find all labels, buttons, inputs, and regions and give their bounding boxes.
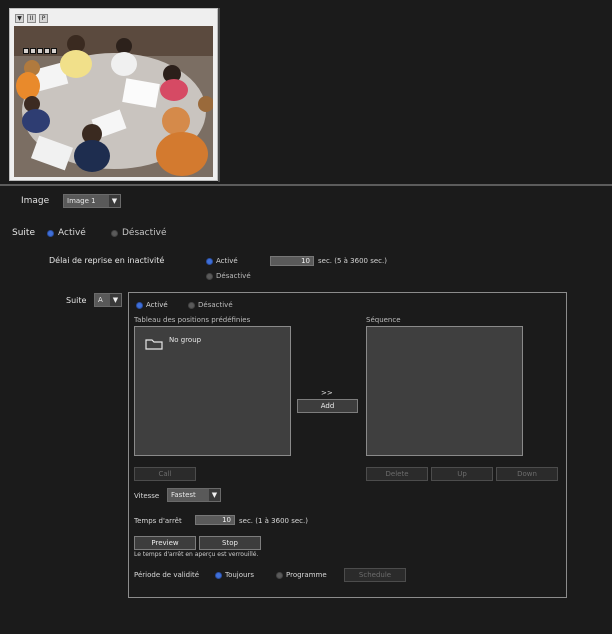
- suite-select-label: Suite: [66, 296, 87, 305]
- suite-off-radio[interactable]: [111, 230, 118, 237]
- chevron-down-icon: ▼: [209, 489, 220, 501]
- menu-icon[interactable]: ▼: [15, 14, 24, 23]
- inactivity-off-radio[interactable]: [206, 273, 213, 280]
- delete-button[interactable]: Delete: [366, 467, 428, 481]
- schedule-radio[interactable]: [276, 572, 283, 579]
- speed-select[interactable]: Fastest ▼: [167, 488, 221, 502]
- inactivity-off-label: Désactivé: [216, 272, 251, 280]
- inactivity-on-radio[interactable]: [206, 258, 213, 265]
- presets-header: Tableau des positions prédéfinies: [134, 316, 251, 324]
- stop-button[interactable]: Stop: [199, 536, 261, 550]
- overlay-box-icon: [51, 48, 57, 54]
- camera-image: [14, 26, 213, 177]
- preset-icon[interactable]: P: [39, 14, 48, 23]
- sequence-header: Séquence: [366, 316, 401, 324]
- always-radio[interactable]: [215, 572, 222, 579]
- image-select[interactable]: Image 1 ▼: [63, 194, 121, 208]
- overlay-box-icon: [44, 48, 50, 54]
- suite-panel-on-radio[interactable]: [136, 302, 143, 309]
- suite-on-radio[interactable]: [47, 230, 54, 237]
- suite-select[interactable]: A ▼: [94, 293, 122, 307]
- always-label: Toujours: [225, 571, 254, 579]
- folder-item-label[interactable]: No group: [169, 336, 201, 344]
- preview-button[interactable]: Preview: [134, 536, 196, 550]
- suite-on-label: Activé: [58, 228, 86, 238]
- presets-list[interactable]: No group: [134, 326, 291, 456]
- speed-label: Vitesse: [134, 492, 160, 500]
- image-select-value: Image 1: [67, 197, 96, 205]
- suite-off-label: Désactivé: [122, 228, 167, 238]
- stop-time-input[interactable]: 10: [195, 515, 235, 525]
- overlay-box-icon: [30, 48, 36, 54]
- inactivity-label: Délai de reprise en inactivité: [49, 256, 165, 265]
- inactivity-unit-text: sec. (5 à 3600 sec.): [318, 257, 387, 265]
- add-arrows-text: >>: [321, 389, 333, 397]
- overlay-box-icon: [37, 48, 43, 54]
- speed-select-value: Fastest: [171, 491, 196, 499]
- inactivity-on-label: Activé: [216, 257, 238, 265]
- suite-panel-off-label: Désactivé: [198, 301, 233, 309]
- stop-time-unit: sec. (1 à 3600 sec.): [239, 517, 308, 525]
- pause-icon[interactable]: II: [27, 14, 36, 23]
- sequence-list[interactable]: [366, 326, 523, 456]
- chevron-down-icon: ▼: [109, 195, 120, 207]
- period-label: Période de validité: [134, 571, 200, 579]
- suite-panel-on-label: Activé: [146, 301, 168, 309]
- chevron-down-icon: ▼: [110, 294, 121, 306]
- up-button[interactable]: Up: [431, 467, 493, 481]
- folder-icon: [145, 335, 163, 350]
- inactivity-seconds-input[interactable]: 10: [270, 256, 314, 266]
- down-button[interactable]: Down: [496, 467, 558, 481]
- stop-time-label: Temps d'arrêt: [134, 517, 182, 525]
- suite-panel-off-radio[interactable]: [188, 302, 195, 309]
- horizontal-divider: [0, 184, 612, 186]
- suite-select-value: A: [98, 296, 103, 304]
- schedule-label: Programme: [286, 571, 327, 579]
- add-button[interactable]: Add: [297, 399, 358, 413]
- preset-overlay: [23, 48, 57, 55]
- lock-note: Le temps d'arrêt en aperçu est verrouill…: [134, 551, 259, 558]
- vertical-divider: [218, 8, 220, 182]
- suite-label: Suite: [12, 228, 35, 238]
- overlay-box-icon: [23, 48, 29, 54]
- image-label: Image: [21, 196, 50, 206]
- call-button[interactable]: Call: [134, 467, 196, 481]
- schedule-button[interactable]: Schedule: [344, 568, 406, 582]
- camera-preview-panel: ▼ II P: [9, 8, 218, 181]
